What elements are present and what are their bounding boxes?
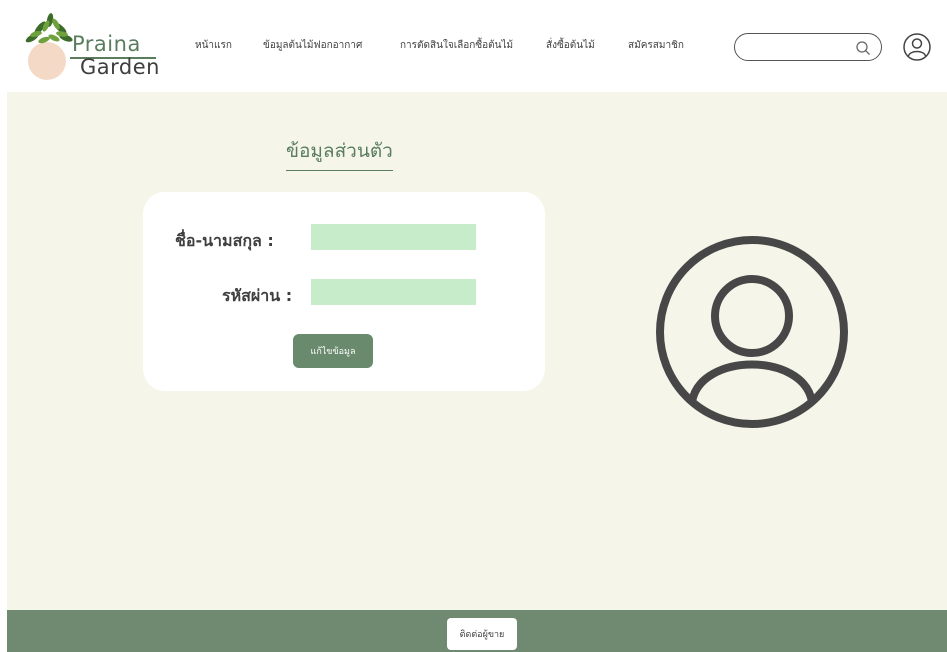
nav-item-plant-info[interactable]: ข้อมูลต้นไม้ฟอกอากาศ xyxy=(263,38,362,53)
edit-profile-button[interactable]: แก้ไขข้อมูล xyxy=(293,334,373,368)
user-avatar-icon xyxy=(656,236,848,428)
logo[interactable]: Praina Garden xyxy=(22,8,162,80)
search-icon[interactable] xyxy=(855,40,871,56)
page-title: ข้อมูลส่วนตัว xyxy=(286,136,393,171)
brand-name-line1: Praina xyxy=(72,32,141,56)
user-circle-icon[interactable] xyxy=(902,32,932,62)
nav-item-buying-decision[interactable]: การตัดสินใจเลือกซื้อต้นไม้ xyxy=(400,38,513,53)
header: Praina Garden หน้าแรก ข้อมูลต้นไม้ฟอกอาก… xyxy=(0,0,947,92)
footer: ติดต่อผู้ขาย xyxy=(7,610,947,652)
contact-seller-button[interactable]: ติดต่อผู้ขาย xyxy=(447,618,517,650)
nav-item-register[interactable]: สมัครสมาชิก xyxy=(628,38,684,53)
password-field[interactable] xyxy=(311,279,476,305)
search-input[interactable] xyxy=(734,33,882,61)
password-label: รหัสผ่าน : xyxy=(222,286,293,305)
name-field[interactable] xyxy=(311,224,476,250)
brand-name-line2: Garden xyxy=(80,55,160,79)
name-label: ชื่อ-นามสกุล : xyxy=(175,231,274,250)
profile-card: ชื่อ-นามสกุล : รหัสผ่าน : แก้ไขข้อมูล xyxy=(143,192,545,391)
nav-item-home[interactable]: หน้าแรก xyxy=(195,38,232,53)
nav-item-order[interactable]: สั่งซื้อต้นไม้ xyxy=(546,38,595,53)
main-content: ข้อมูลส่วนตัว ชื่อ-นามสกุล : รหัสผ่าน : … xyxy=(7,92,947,610)
